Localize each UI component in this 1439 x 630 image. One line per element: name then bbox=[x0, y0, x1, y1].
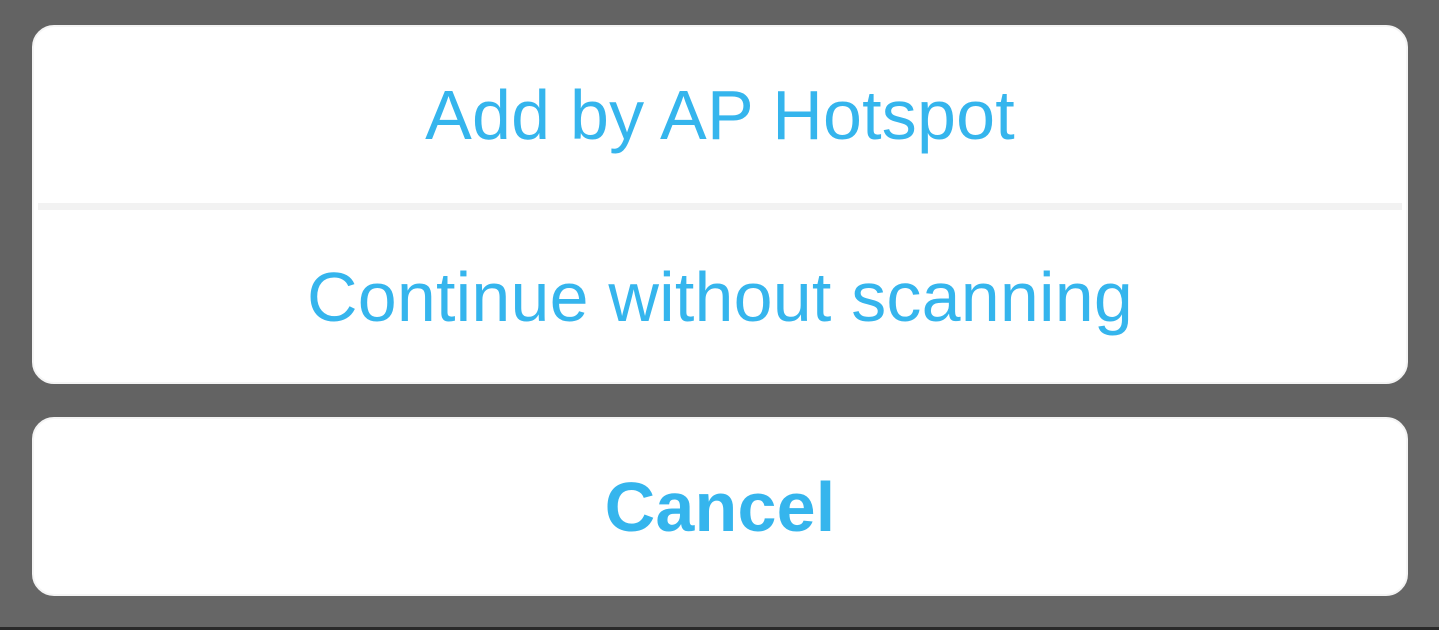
action-sheet-options: Add by AP Hotspot Continue without scann… bbox=[32, 25, 1408, 384]
continue-without-scanning-button[interactable]: Continue without scanning bbox=[34, 210, 1406, 382]
action-sheet-cancel: Cancel bbox=[32, 417, 1408, 596]
options-divider bbox=[38, 203, 1402, 210]
add-by-ap-hotspot-button[interactable]: Add by AP Hotspot bbox=[34, 27, 1406, 203]
cancel-button[interactable]: Cancel bbox=[34, 419, 1406, 594]
